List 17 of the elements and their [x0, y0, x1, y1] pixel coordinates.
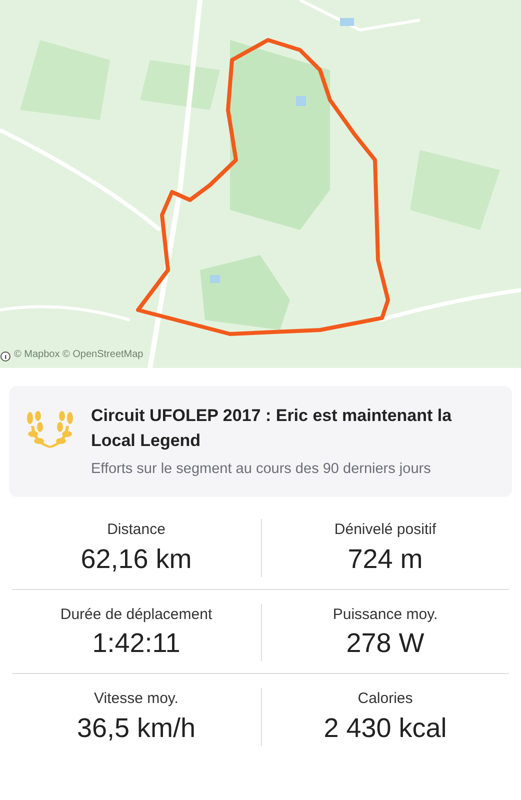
stat-label: Distance [106, 520, 166, 540]
card-title: Circuit UFOLEP 2017 : Eric est maintenant la Local Legend [91, 405, 453, 452]
stat-label: Dénivelé positif [333, 520, 438, 540]
stat-label: Vitesse moy. [93, 689, 180, 710]
stat-label: Calories [356, 689, 414, 710]
map-attribution[interactable]: © Mapbox © OpenStreetMap [14, 347, 144, 362]
stat-value: 36,5 km/h [76, 712, 197, 745]
stat-label: Durée de déplacement [59, 604, 214, 625]
stat-value: 2 430 kcal [322, 712, 448, 745]
stat-value: 278 W [345, 627, 426, 660]
stat-value: 62,16 km [80, 542, 193, 576]
card-subtitle: Efforts sur le segment au cours des 90 derniers jours [91, 460, 432, 480]
stat-value: 1:42:11 [91, 627, 182, 660]
laurel-icon [25, 408, 75, 450]
stat-label: Puissance moy. [332, 604, 439, 625]
stat-value: 724 m [346, 542, 424, 576]
local-legend-card[interactable]: Circuit UFOLEP 2017 : Eric est maintenant la Local Legend Efforts sur le segment au cours des 90 derniers jours [9, 386, 512, 498]
